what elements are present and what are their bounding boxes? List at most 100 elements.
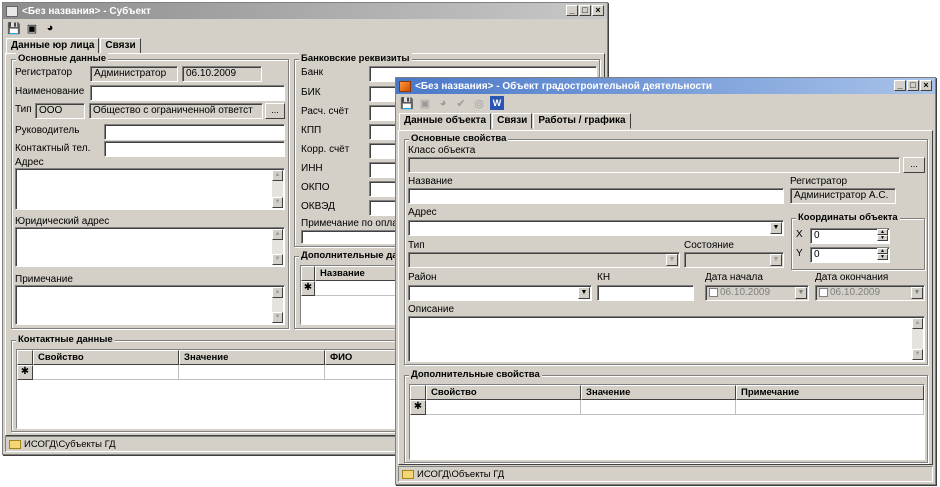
inn-label: ИНН — [301, 163, 323, 174]
start-date-picker[interactable]: 06.10.2009 ▼ — [705, 285, 809, 301]
description-memo[interactable]: ▲ ▼ — [408, 316, 925, 362]
registrator-field: Администратор — [90, 66, 178, 82]
kpp-label: КПП — [301, 125, 322, 136]
close-button[interactable]: × — [920, 80, 932, 91]
phone-label: Контактный тел. — [15, 143, 91, 154]
extra-data-title: Дополнительные да — [299, 250, 400, 261]
registrator-field: Администратор А.С. — [790, 188, 896, 204]
y-spinner[interactable]: ▲ ▼ — [877, 248, 888, 260]
object-title: <Без названия> - Объект градостроительно… — [415, 80, 713, 92]
kn-label: КН — [597, 272, 611, 283]
bank-label: Банк — [301, 67, 324, 78]
chevron-down-icon[interactable]: ▼ — [666, 254, 678, 266]
address-memo[interactable]: ▲ ▼ — [15, 168, 285, 210]
address-label: Адрес — [408, 207, 437, 218]
subject-title: <Без названия> - Субъект — [22, 5, 151, 17]
maximize-button[interactable]: □ — [907, 80, 919, 91]
end-date-label: Дата окончания — [815, 272, 889, 283]
new-row-marker: ✱ — [17, 365, 33, 380]
minimize-button[interactable]: _ — [894, 80, 906, 91]
object-tab-pane: Основные свойства Класс объекта ... Назв… — [398, 130, 933, 465]
bank-title: Банковские реквизиты — [299, 53, 412, 64]
chevron-down-icon[interactable]: ▼ — [578, 287, 590, 299]
tab-links[interactable]: Связи — [492, 113, 533, 129]
window-icon — [6, 5, 18, 17]
subject-tabs: Данные юр лица Связи — [3, 37, 607, 55]
head-input[interactable] — [104, 124, 285, 140]
type-dropdown[interactable]: ▼ — [408, 252, 680, 268]
chevron-down-icon[interactable]: ▼ — [911, 287, 923, 299]
column-header-value[interactable]: Значение — [581, 385, 736, 400]
y-label: Y — [796, 248, 803, 259]
tab-works[interactable]: Работы / графика — [533, 113, 631, 129]
end-date-value: 06.10.2009 — [830, 287, 881, 298]
chevron-down-icon[interactable]: ▼ — [795, 287, 807, 299]
start-date-checkbox[interactable] — [709, 287, 718, 297]
table-row[interactable]: ✱ — [410, 400, 924, 415]
corr-account-label: Корр. счёт — [301, 144, 350, 155]
column-header-property[interactable]: Свойство — [33, 350, 179, 365]
start-date-label: Дата начала — [705, 272, 763, 283]
chevron-down-icon[interactable]: ▼ — [770, 254, 782, 266]
legal-address-label: Юридический адрес — [15, 216, 110, 227]
x-label: X — [796, 229, 803, 240]
check-icon[interactable]: ✔ — [454, 96, 468, 110]
head-label: Руководитель — [15, 125, 80, 136]
extra-props-group: Дополнительные свойства Свойство Значени… — [404, 369, 928, 463]
okved-label: ОКВЭД — [301, 201, 335, 212]
globe-icon[interactable]: ◕ — [436, 96, 450, 110]
address-label: Адрес — [15, 157, 44, 168]
window-icon — [399, 80, 411, 92]
district-label: Район — [408, 272, 437, 283]
extra-props-grid[interactable]: Свойство Значение Примечание ✱ — [409, 384, 925, 460]
address-dropdown[interactable]: ▼ — [408, 220, 784, 236]
class-browse-button[interactable]: ... — [903, 157, 925, 173]
tab-object-data[interactable]: Данные объекта — [399, 113, 492, 130]
registrator-label: Регистратор — [15, 67, 73, 78]
note-memo[interactable]: ▲ ▼ — [15, 285, 285, 325]
tab-links[interactable]: Связи — [100, 38, 141, 54]
district-dropdown[interactable]: ▼ — [408, 285, 592, 301]
object-tabs: Данные объекта Связи Работы / графика — [396, 112, 935, 130]
kn-input[interactable] — [597, 285, 694, 301]
phone-input[interactable] — [104, 141, 285, 157]
target-icon[interactable]: ◎ — [472, 96, 486, 110]
x-spinner[interactable]: ▲ ▼ — [877, 229, 888, 241]
save-icon[interactable]: 💾 — [400, 96, 414, 110]
report-icon[interactable]: ▣ — [25, 21, 39, 35]
object-statusbar: ИСОГД\Объекты ГД — [398, 466, 933, 482]
type-browse-button[interactable]: ... — [265, 103, 285, 119]
chevron-down-icon[interactable]: ▼ — [770, 222, 782, 234]
column-header-property[interactable]: Свойство — [426, 385, 581, 400]
close-button[interactable]: × — [592, 5, 604, 16]
new-row-marker: ✱ — [301, 281, 315, 296]
state-dropdown[interactable]: ▼ — [684, 252, 784, 268]
column-header-note[interactable]: Примечание — [736, 385, 924, 400]
new-row-marker: ✱ — [410, 400, 426, 415]
subject-status-path: ИСОГД\Субъекты ГД — [24, 438, 116, 450]
name-input[interactable] — [90, 85, 285, 101]
type-label: Тип — [408, 240, 425, 251]
end-date-checkbox[interactable] — [819, 287, 828, 297]
save-icon[interactable]: 💾 — [7, 21, 21, 35]
column-header-value[interactable]: Значение — [179, 350, 325, 365]
name-label: Название — [408, 176, 453, 187]
object-status-path: ИСОГД\Объекты ГД — [417, 468, 505, 480]
name-input[interactable] — [408, 188, 784, 204]
folder-icon — [9, 439, 21, 449]
word-icon[interactable]: W — [490, 96, 504, 110]
description-label: Описание — [408, 304, 455, 315]
type-label: Тип — [15, 104, 32, 115]
object-toolbar: 💾 ▣ ◕ ✔ ◎ W — [396, 94, 935, 112]
bik-label: БИК — [301, 87, 321, 98]
okpo-label: ОКПО — [301, 182, 330, 193]
minimize-button[interactable]: _ — [566, 5, 578, 16]
type-name-field: Общество с ограниченной ответст — [89, 103, 263, 119]
legal-address-memo[interactable]: ▲ ▼ — [15, 227, 285, 267]
globe-icon[interactable]: ◕ — [43, 21, 57, 35]
subject-titlebar[interactable]: <Без названия> - Субъект _ □ × — [3, 3, 607, 19]
report-icon[interactable]: ▣ — [418, 96, 432, 110]
object-titlebar[interactable]: <Без названия> - Объект градостроительно… — [396, 78, 935, 94]
end-date-picker[interactable]: 06.10.2009 ▼ — [815, 285, 925, 301]
maximize-button[interactable]: □ — [579, 5, 591, 16]
